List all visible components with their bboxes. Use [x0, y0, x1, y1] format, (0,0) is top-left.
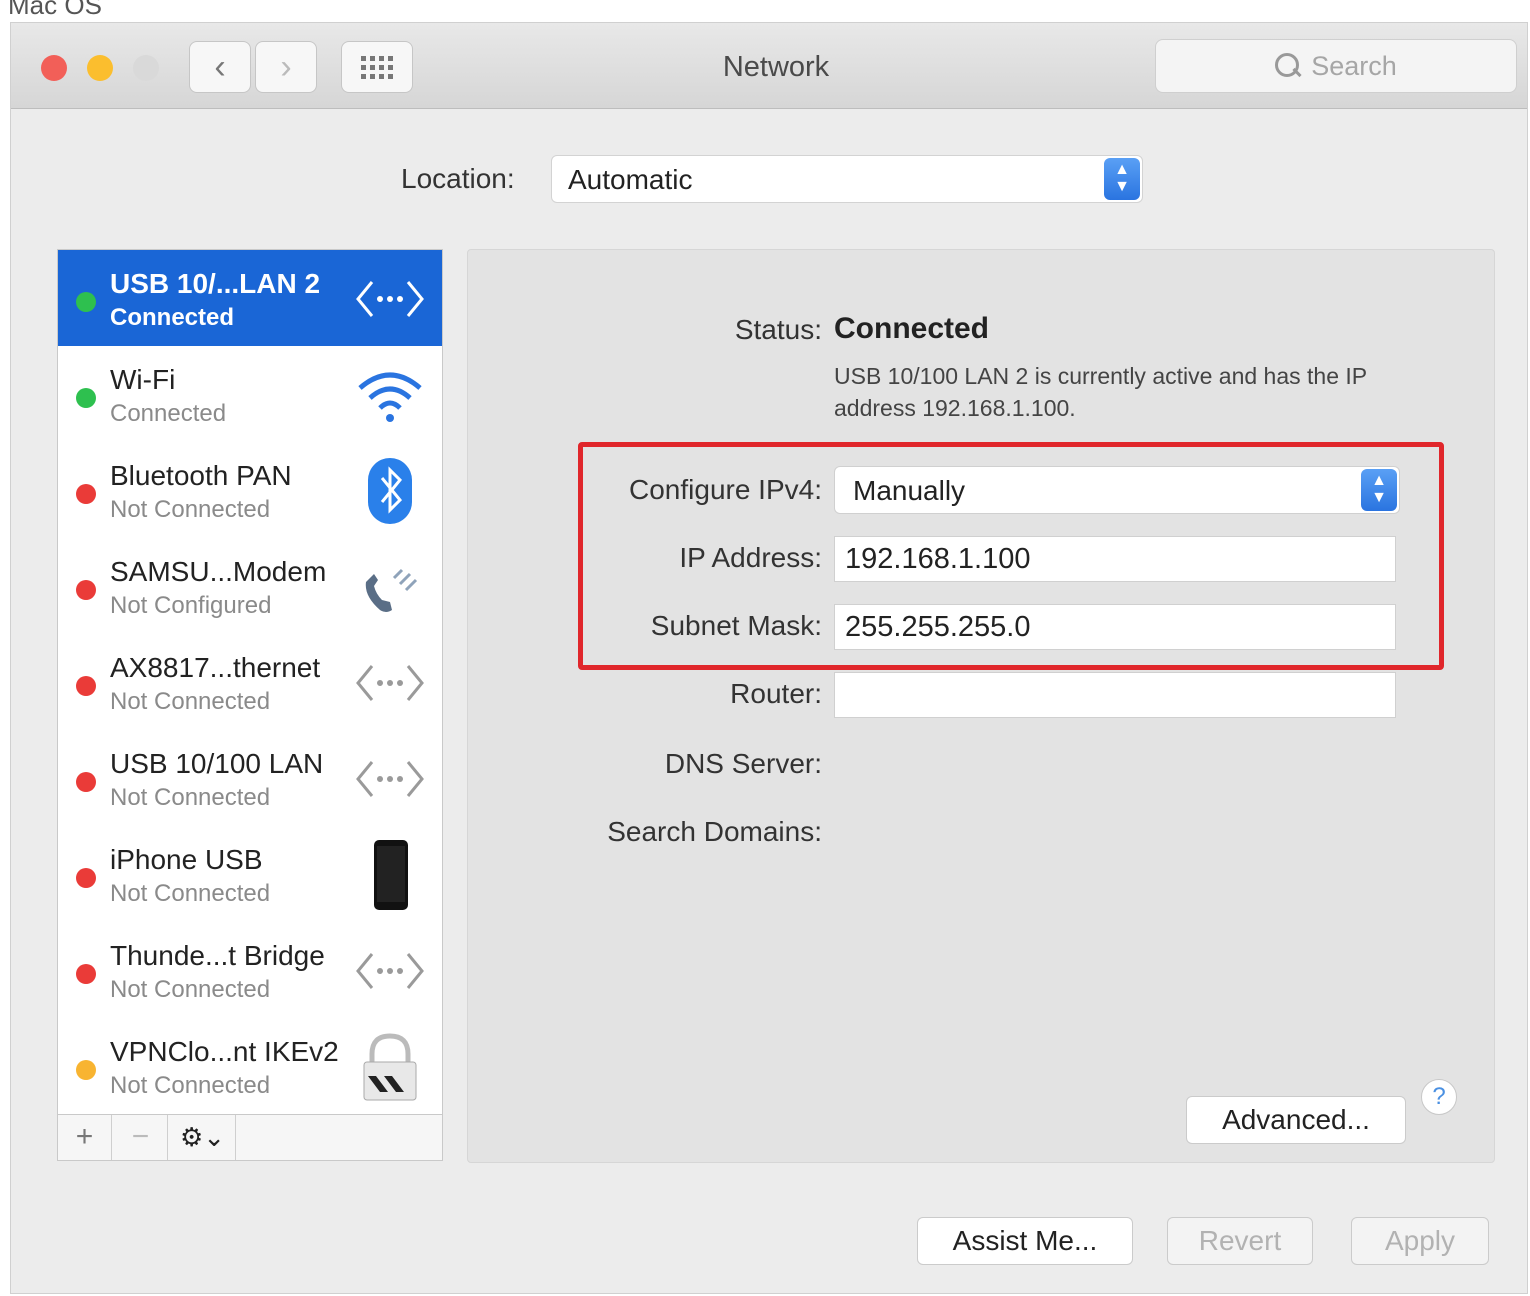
ethernet-icon — [354, 744, 426, 814]
ip-address-label: IP Address: — [679, 542, 822, 573]
status-description: USB 10/100 LAN 2 is currently active and… — [834, 363, 1367, 421]
wifi-icon — [354, 360, 426, 430]
ethernet-icon — [354, 936, 426, 1006]
location-value: Automatic — [568, 164, 693, 195]
router-label: Router: — [730, 678, 822, 709]
service-status: Not Connected — [110, 496, 271, 523]
service-status: Not Connected — [110, 784, 271, 811]
service-name: VPNClo...nt IKEv2 — [110, 1036, 339, 1067]
apply-button[interactable]: Apply — [1351, 1217, 1489, 1265]
select-stepper-icon: ▲ ▼ — [1104, 158, 1140, 200]
router-field[interactable] — [834, 672, 1396, 718]
network-preferences-window: ‹ › Network Search Location: Automatic ▲… — [10, 22, 1528, 1294]
service-status: Connected — [110, 304, 235, 331]
location-label: Location: — [401, 163, 515, 194]
vpn-lock-icon — [354, 1032, 426, 1102]
detail-panel: Status: Connected USB 10/100 LAN 2 is cu… — [467, 249, 1495, 1163]
status-indicator-dot — [76, 868, 96, 888]
ethernet-icon — [354, 264, 426, 334]
action-menu-button[interactable]: ⚙⌄ — [170, 1115, 236, 1160]
search-icon — [1275, 53, 1301, 79]
service-item[interactable]: USB 10/100 LAN Not Connected — [58, 730, 442, 826]
revert-button[interactable]: Revert — [1167, 1217, 1313, 1265]
service-status: Not Configured — [110, 592, 272, 619]
service-status: Not Connected — [110, 880, 271, 907]
service-item[interactable]: Wi-Fi Connected — [58, 346, 442, 442]
phone-icon — [354, 552, 426, 622]
page-caption: Mac OS — [8, 0, 102, 20]
search-domains-label: Search Domains: — [607, 816, 822, 847]
service-name: Wi-Fi — [110, 364, 176, 395]
service-status: Not Connected — [110, 1072, 271, 1099]
bluetooth-icon — [354, 456, 426, 526]
ethernet-icon — [354, 648, 426, 718]
status-value: Connected — [834, 312, 990, 345]
service-status: Not Connected — [110, 688, 271, 715]
status-indicator-dot — [76, 580, 96, 600]
service-item[interactable]: Thunde...t Bridge Not Connected — [58, 922, 442, 1018]
service-name: Bluetooth PAN — [110, 460, 292, 491]
subnet-mask-field[interactable]: 255.255.255.0 — [834, 604, 1396, 650]
location-select[interactable]: Automatic ▲ ▼ — [551, 155, 1143, 203]
configure-ipv4-select[interactable]: Manually ▲ ▼ — [834, 466, 1400, 514]
service-item[interactable]: SAMSU...Modem Not Configured — [58, 538, 442, 634]
status-indicator-dot — [76, 964, 96, 984]
service-name: iPhone USB — [110, 844, 263, 875]
service-status: Connected — [110, 400, 227, 427]
add-service-button[interactable]: + — [58, 1115, 112, 1160]
select-stepper-icon: ▲ ▼ — [1361, 469, 1397, 511]
title-bar: ‹ › Network Search — [11, 23, 1527, 109]
status-indicator-dot — [76, 676, 96, 696]
status-indicator-dot — [76, 484, 96, 504]
service-name: AX8817...thernet — [110, 652, 321, 683]
advanced-button[interactable]: Advanced... — [1186, 1096, 1406, 1144]
service-list: USB 10/...LAN 2 Connected Wi-Fi Connected Bl… — [57, 249, 443, 1161]
status-indicator-dot — [76, 292, 96, 312]
status-label: Status: — [734, 314, 822, 345]
search-placeholder: Search — [1311, 50, 1397, 81]
status-indicator-dot — [76, 1060, 96, 1080]
service-item[interactable]: Bluetooth PAN Not Connected — [58, 442, 442, 538]
service-name: Thunde...t Bridge — [110, 940, 325, 971]
service-name: USB 10/100 LAN — [110, 748, 324, 779]
service-status: Not Connected — [110, 976, 271, 1003]
service-item[interactable]: USB 10/...LAN 2 Connected — [58, 250, 442, 346]
service-list-toolbar: + − ⚙⌄ — [58, 1114, 442, 1160]
status-indicator-dot — [76, 388, 96, 408]
service-item[interactable]: AX8817...thernet Not Connected — [58, 634, 442, 730]
assist-me-button[interactable]: Assist Me... — [917, 1217, 1133, 1265]
configure-ipv4-label: Configure IPv4: — [629, 474, 822, 505]
help-button[interactable]: ? — [1421, 1079, 1457, 1115]
service-item[interactable]: iPhone USB Not Connected — [58, 826, 442, 922]
search-field[interactable]: Search — [1155, 39, 1517, 93]
subnet-mask-label: Subnet Mask: — [650, 610, 822, 641]
service-name: SAMSU...Modem — [110, 556, 327, 587]
service-name: USB 10/...LAN 2 — [110, 268, 321, 299]
iphone-icon — [354, 840, 426, 910]
service-item[interactable]: VPNClo...nt IKEv2 Not Connected — [58, 1018, 442, 1114]
remove-service-button[interactable]: − — [114, 1115, 168, 1160]
configure-ipv4-value: Manually — [853, 475, 966, 506]
dns-server-label: DNS Server: — [664, 748, 822, 779]
status-indicator-dot — [76, 772, 96, 792]
ip-address-field[interactable]: 192.168.1.100 — [834, 536, 1396, 582]
